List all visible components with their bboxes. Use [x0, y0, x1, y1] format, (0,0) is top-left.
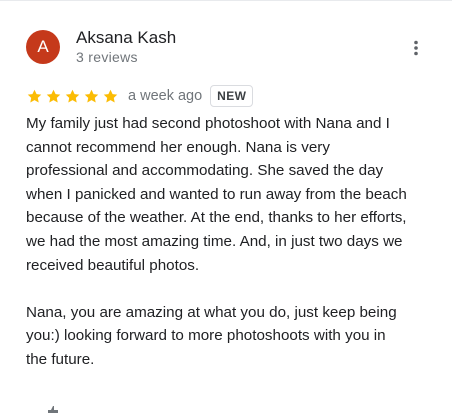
review-line: professional and accommodating. She save…	[26, 162, 384, 180]
review-line: the future.	[26, 350, 95, 368]
review-paragraph: Nana, you are amazing at what you do, ju…	[26, 301, 431, 372]
reviewer-name[interactable]: Aksana Kash	[76, 28, 176, 48]
review-line: My family just had second photoshoot wit…	[26, 115, 390, 132]
review-line: you:) looking forward to more photoshoot…	[26, 327, 386, 345]
review-line: because of the weather. At the end, than…	[26, 209, 407, 227]
star-icon	[64, 88, 81, 105]
more-options-button[interactable]	[404, 36, 428, 60]
star-rating	[26, 88, 119, 105]
more-vert-icon	[414, 40, 418, 56]
new-badge: NEW	[210, 85, 254, 107]
review-date: a week ago	[128, 88, 203, 104]
thumbs-up-icon[interactable]	[46, 400, 60, 413]
star-icon	[45, 88, 62, 105]
review-paragraph: My family just had second photoshoot wit…	[26, 112, 431, 277]
review-text: My family just had second photoshoot wit…	[26, 112, 431, 372]
review-line: when I panicked and wanted to run away f…	[26, 185, 407, 203]
star-icon	[26, 88, 43, 105]
review-count: 3 reviews	[76, 49, 138, 65]
review-line: received beautiful photos.	[26, 256, 200, 274]
rating-row: a week ago NEW	[26, 84, 254, 108]
review-card: A Aksana Kash 3 reviews a week ago NEW M…	[0, 0, 452, 413]
star-icon	[83, 88, 100, 105]
avatar[interactable]: A	[26, 30, 60, 64]
star-icon	[102, 88, 119, 105]
review-line: we had the most amazing time. And, in ju…	[26, 232, 403, 250]
review-line: Nana, you are amazing at what you do, ju…	[26, 303, 397, 321]
review-line: cannot recommend her enough. Nana is ver…	[26, 138, 330, 156]
